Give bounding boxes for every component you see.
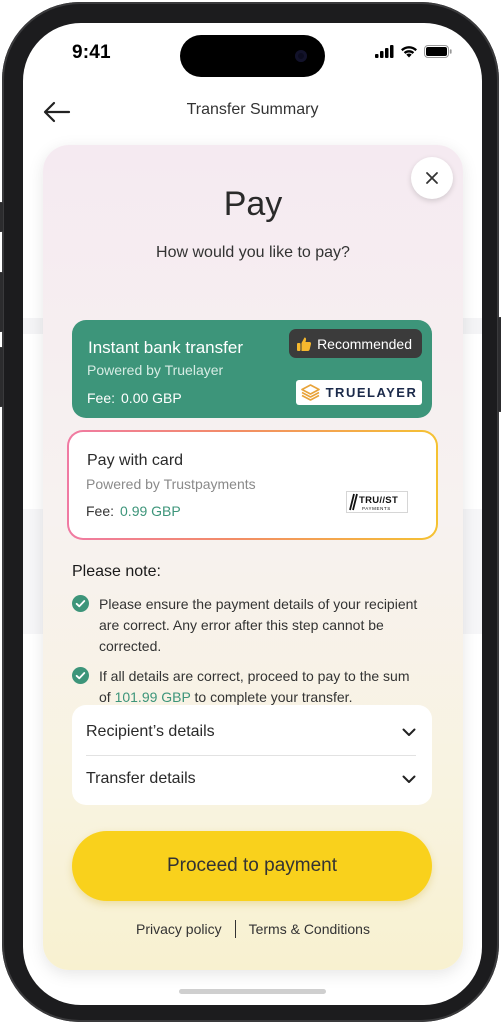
trustpayments-logo-subtext: PAYMENTS (362, 506, 391, 511)
chevron-down-icon (402, 775, 416, 783)
dynamic-island (180, 35, 325, 77)
close-icon (426, 172, 438, 184)
fee-label: Fee: (87, 390, 116, 406)
sheet-title: Pay (223, 185, 283, 223)
phone-frame: 9:41 Transfer Summary Pay How would you … (0, 2, 501, 1022)
check-circle-icon (72, 667, 89, 684)
option-card-inner: Pay with card Powered by Trustpayments F… (69, 432, 436, 538)
fee-value: 0.99 GBP (120, 503, 181, 519)
camera-icon (295, 50, 307, 62)
note-text: If all details are correct, proceed to p… (99, 666, 422, 708)
recommended-badge: Recommended (289, 329, 422, 358)
wifi-icon (401, 46, 417, 58)
note-item: If all details are correct, proceed to p… (72, 666, 422, 708)
recipient-details-row[interactable]: Recipient’s details (86, 709, 416, 755)
proceed-to-payment-button[interactable]: Proceed to payment (72, 831, 432, 901)
note-title: Please note: (72, 563, 161, 580)
divider (234, 920, 236, 938)
page-title: Transfer Summary (186, 101, 319, 118)
truelayer-logo: TRUELAYER (296, 380, 422, 405)
volume-down-button (0, 347, 3, 407)
footer-links: Privacy policy Terms & Conditions (43, 920, 463, 938)
home-indicator (179, 989, 326, 994)
badge-label: Recommended (317, 335, 412, 352)
option-powered-by: Powered by Truelayer (87, 362, 224, 378)
option-name: Instant bank transfer (88, 338, 243, 357)
option-instant-bank-transfer[interactable]: Instant bank transfer Powered by Truelay… (72, 320, 432, 418)
check-circle-icon (72, 595, 89, 612)
note-text-after: to complete your transfer. (190, 689, 353, 705)
note-item: Please ensure the payment details of you… (72, 594, 422, 657)
fee-value: 0.00 GBP (121, 390, 182, 406)
details-label: Transfer details (86, 770, 196, 787)
trustpayments-logo-text: TRU//ST (359, 495, 398, 506)
fee-label: Fee: (86, 503, 115, 519)
status-time: 9:41 (72, 42, 111, 63)
battery-icon (424, 45, 452, 58)
action-button (0, 202, 3, 232)
cellular-signal-icon (375, 45, 394, 58)
option-fee: Fee: 0.99 GBP (86, 503, 181, 519)
truelayer-mark-icon (300, 384, 320, 401)
status-icons (375, 45, 452, 58)
option-powered-by: Powered by Trustpayments (86, 476, 256, 492)
screen: 9:41 Transfer Summary Pay How would you … (23, 23, 482, 1005)
truelayer-logo-text: TRUELAYER (325, 385, 418, 400)
transfer-details-row[interactable]: Transfer details (86, 756, 416, 802)
thumbs-up-icon (297, 337, 312, 351)
details-accordion: Recipient’s details Transfer details (72, 705, 432, 805)
sheet-subtitle: How would you like to pay? (156, 244, 350, 261)
option-fee: Fee: 0.00 GBP (87, 390, 182, 406)
trustpayments-logo: TRU//ST PAYMENTS (346, 491, 408, 513)
option-name: Pay with card (87, 452, 184, 469)
terms-link[interactable]: Terms & Conditions (249, 921, 370, 937)
transfer-amount: 101.99 GBP (114, 689, 191, 705)
option-pay-with-card[interactable]: Pay with card Powered by Trustpayments F… (67, 430, 438, 540)
details-label: Recipient’s details (86, 723, 215, 740)
volume-up-button (0, 272, 3, 332)
chevron-down-icon (402, 728, 416, 736)
privacy-policy-link[interactable]: Privacy policy (136, 921, 222, 937)
payment-sheet: Pay How would you like to pay? Instant b… (43, 145, 463, 970)
note-text: Please ensure the payment details of you… (99, 596, 418, 654)
